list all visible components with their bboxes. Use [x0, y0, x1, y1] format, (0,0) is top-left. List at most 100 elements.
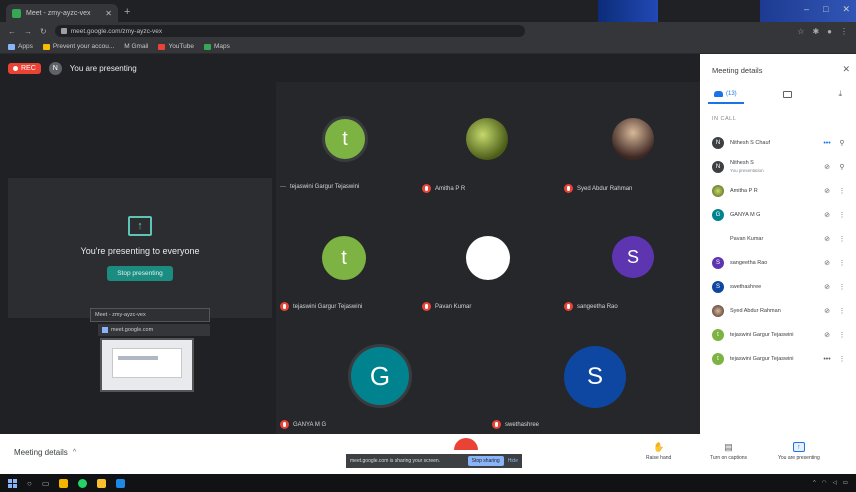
battery-icon[interactable]: ▭ [843, 480, 848, 486]
browser-tab[interactable]: Meet - zmy-ayzc-vex ✕ [6, 4, 118, 22]
meeting-controls-bar: Meeting details ^ meet.google.com is shar… [0, 434, 856, 474]
participant-row[interactable]: N Nithesh S You presentation ⊘ ⚲ [708, 156, 852, 178]
muted-mic-icon [422, 184, 431, 193]
participant-tile[interactable]: t tejaswini Gargur Tejaswini [276, 202, 416, 312]
search-icon[interactable]: ○ [27, 479, 32, 488]
screen-share-notice: meet.google.com is sharing your screen. … [346, 454, 522, 468]
participant-tile[interactable]: G GANYA M G [276, 312, 488, 434]
participant-tile[interactable]: Pavan Kumar [416, 202, 558, 312]
participant-row[interactable]: Pavan Kumar ⊘ ⋮ [708, 228, 852, 250]
mic-active-icon[interactable]: ••• [822, 140, 832, 147]
more-options-icon[interactable]: ⋮ [838, 283, 846, 291]
bookmark-apps[interactable]: Apps [8, 43, 33, 50]
hide-button[interactable]: Hide [508, 458, 518, 464]
windows-start-icon[interactable] [8, 478, 17, 488]
download-icon[interactable]: ⤓ [838, 89, 842, 99]
window-preview[interactable] [100, 338, 194, 392]
close-tab-icon[interactable]: ✕ [105, 9, 112, 18]
bookmark-gmail[interactable]: M Gmail [124, 43, 148, 50]
muted-mic-icon [492, 420, 501, 429]
tab-chat[interactable] [783, 90, 793, 98]
file-explorer-icon[interactable] [97, 478, 107, 488]
mic-muted-icon[interactable]: ⊘ [822, 211, 832, 219]
participant-name: tejaswini Gargur Tejaswini [293, 303, 363, 310]
mic-muted-icon[interactable]: ⊘ [822, 259, 832, 267]
participant-row[interactable]: Amitha P R ⊘ ⋮ [708, 180, 852, 202]
stop-presenting-button[interactable]: Stop presenting [107, 265, 173, 281]
chrome-taskbar-icon[interactable] [59, 478, 69, 488]
meet-header: REC N You are presenting [0, 54, 700, 82]
tray-chevron-icon[interactable]: ^ [813, 480, 816, 486]
new-tab-icon[interactable]: + [124, 6, 130, 18]
mic-muted-icon[interactable]: ⊘ [822, 283, 832, 291]
menu-icon[interactable]: ⋮ [840, 27, 848, 36]
close-panel-icon[interactable]: ✕ [842, 64, 850, 75]
more-options-icon[interactable]: ⋮ [838, 307, 846, 315]
back-icon[interactable]: ← [8, 27, 16, 36]
participant-tile[interactable]: S sangeetha Rao [558, 202, 700, 312]
presentation-panel: ↑ You're presenting to everyone Stop pre… [8, 178, 272, 318]
extensions-icon[interactable]: ✱ [812, 27, 819, 36]
star-icon[interactable]: ☆ [797, 27, 804, 36]
mic-muted-icon[interactable]: ⊘ [822, 307, 832, 315]
recording-badge: REC [8, 62, 41, 74]
bookmark-maps[interactable]: Maps [204, 43, 230, 50]
window-gradient-strip [598, 0, 658, 22]
pin-icon[interactable]: ⚲ [838, 163, 846, 171]
participant-row[interactable]: Syed Abdur Rahman ⊘ ⋮ [708, 300, 852, 322]
more-options-icon[interactable]: ⋮ [838, 331, 846, 339]
mic-muted-icon[interactable]: ⊘ [822, 163, 832, 171]
stop-sharing-button[interactable]: Stop sharing [467, 456, 504, 466]
app-taskbar-icon[interactable] [116, 478, 126, 488]
preview-line [118, 356, 158, 360]
participant-row[interactable]: N Nithesh S Chauf ••• ⚲ [708, 132, 852, 154]
presenting-button[interactable]: ↑ You are presenting [778, 442, 820, 461]
captions-button[interactable]: ▤ Turn on captions [710, 442, 747, 461]
chevron-up-icon: ^ [72, 449, 77, 456]
address-bar[interactable]: meet.google.com/zmy-ayzc-vex [54, 25, 525, 37]
mic-active-icon[interactable]: ••• [822, 356, 832, 363]
minimize-icon[interactable]: – [804, 4, 809, 15]
presenter-avatar: N [48, 61, 62, 75]
whatsapp-taskbar-icon[interactable] [78, 478, 88, 488]
task-view-icon[interactable]: ▭ [42, 479, 50, 488]
more-options-icon[interactable]: ⋮ [838, 355, 846, 363]
participant-tile[interactable]: t — tejaswini Gargur Tejaswini [276, 82, 416, 202]
mic-muted-icon[interactable]: ⊘ [822, 331, 832, 339]
maximize-icon[interactable]: □ [823, 4, 828, 15]
participant-row[interactable]: Ssangeetha Rao ⊘ ⋮ [708, 252, 852, 274]
more-options-icon[interactable]: ⋮ [838, 259, 846, 267]
raise-hand-button[interactable]: ✋ Raise hand [646, 442, 671, 461]
thumbnail-subtitle: meet.google.com [98, 324, 210, 336]
presenting-label: You are presenting [69, 63, 137, 73]
participant-tile[interactable]: S swethashree [488, 312, 700, 434]
participant-row[interactable]: t tejaswini Gargur Tejaswini ••• ⋮ [708, 348, 852, 370]
participant-avatar: t [322, 236, 366, 280]
participant-name: GANYA M G [293, 421, 327, 428]
bookmark-youtube[interactable]: YouTube [158, 43, 194, 50]
participant-tile[interactable]: Amitha P R [416, 82, 558, 202]
participant-tile[interactable]: Syed Abdur Rahman [558, 82, 700, 202]
volume-icon[interactable]: ◁ [833, 480, 837, 486]
more-options-icon[interactable]: ⋮ [838, 211, 846, 219]
toolbar-actions: ☆ ✱ ● ⋮ [797, 27, 848, 36]
tab-people[interactable]: (13) [714, 91, 737, 97]
profile-icon[interactable]: ● [827, 27, 832, 36]
network-icon[interactable]: ◠ [822, 480, 827, 486]
mic-muted-icon[interactable]: ⊘ [822, 235, 832, 243]
end-call-button[interactable] [454, 438, 478, 450]
more-options-icon[interactable]: ⋮ [838, 235, 846, 243]
meeting-details-button[interactable]: Meeting details ^ [14, 448, 76, 457]
participant-avatar: S [612, 236, 654, 278]
pin-icon[interactable]: ⚲ [838, 139, 846, 147]
close-window-icon[interactable]: ✕ [842, 4, 850, 15]
reload-icon[interactable]: ↻ [40, 27, 47, 36]
participant-row[interactable]: Sswethashree ⊘ ⋮ [708, 276, 852, 298]
forward-icon[interactable]: → [24, 27, 32, 36]
participant-row[interactable]: G GANYA M G ⊘ ⋮ [708, 204, 852, 226]
thumbnail-title: Meet - zmy-ayzc-vex [90, 308, 210, 322]
bookmark-account[interactable]: Prevent your accou... [42, 43, 114, 50]
mic-muted-icon[interactable]: ⊘ [822, 187, 832, 195]
participant-row[interactable]: t tejaswini Gargur Tejaswini ⊘ ⋮ [708, 324, 852, 346]
more-options-icon[interactable]: ⋮ [838, 187, 846, 195]
